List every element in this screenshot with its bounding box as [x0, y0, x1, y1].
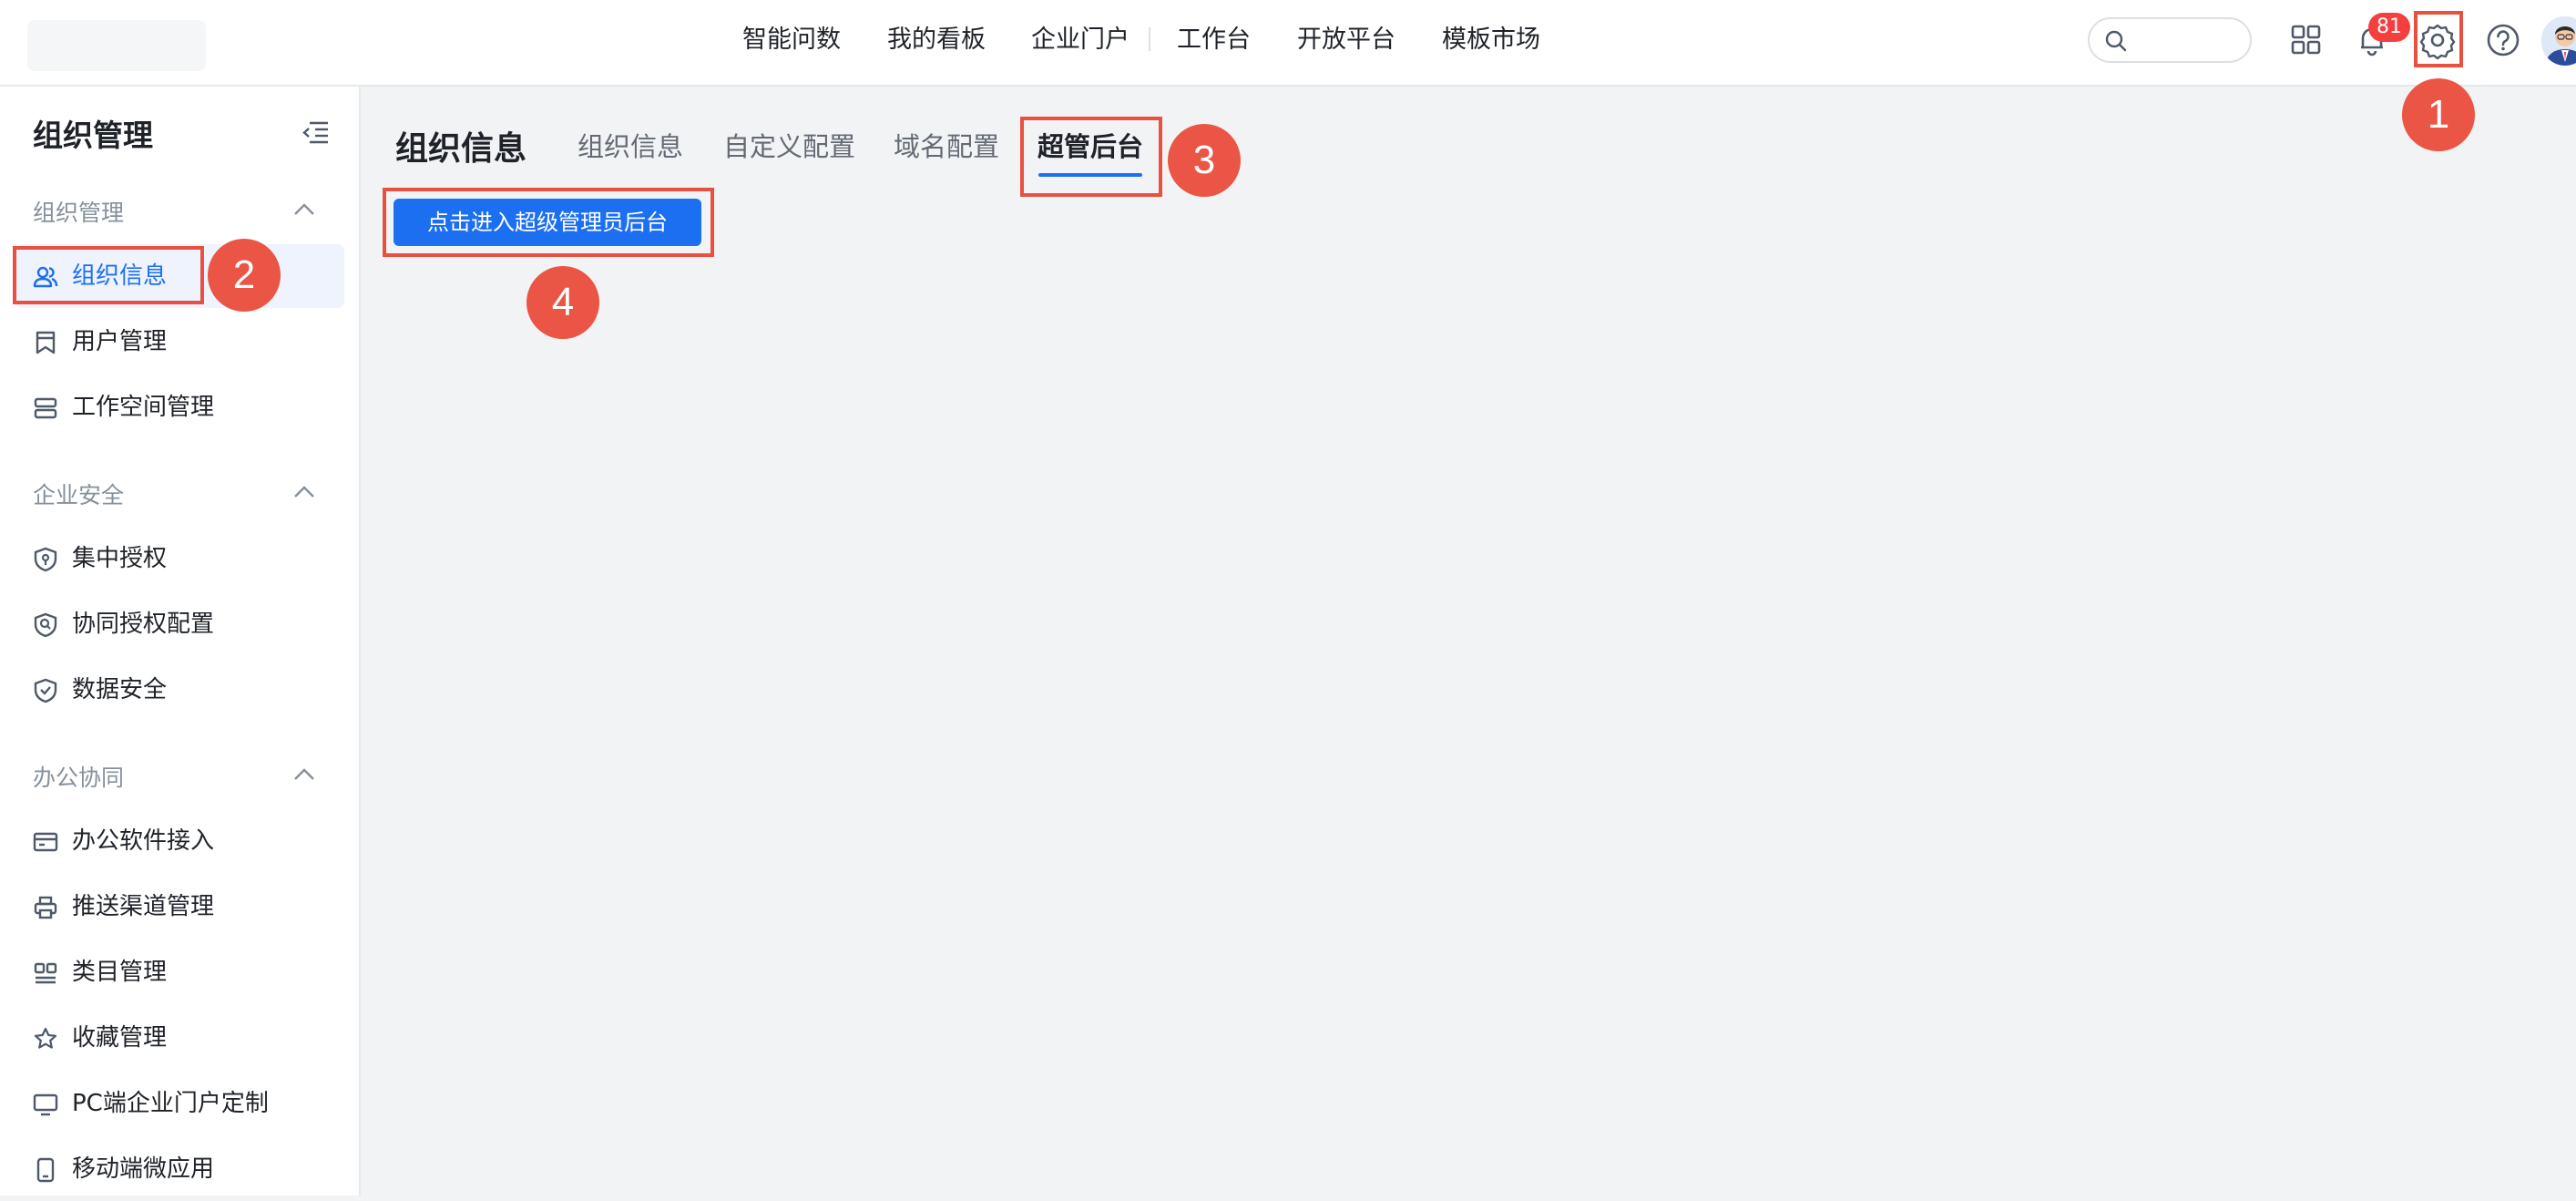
- sidebar-item-label: PC端企业门户定制: [72, 1090, 269, 1117]
- nav-divider: [1149, 27, 1150, 51]
- search-icon: [2105, 30, 2127, 52]
- nav-enterprise-portal[interactable]: 企业门户: [1031, 22, 1130, 58]
- collapse-sidebar-icon[interactable]: [299, 118, 332, 149]
- notification-badge: 81: [2368, 13, 2410, 42]
- sidebar-item-workspace-management[interactable]: 工作空间管理: [15, 375, 344, 439]
- chevron-up-icon[interactable]: [291, 483, 317, 505]
- nav-smart-query[interactable]: 智能问数: [742, 22, 841, 58]
- sidebar-item-favorites[interactable]: 收藏管理: [15, 1006, 344, 1070]
- shield-check-icon: [34, 678, 57, 703]
- highlight-enter-button: [383, 188, 714, 257]
- apps-grid-icon[interactable]: [2286, 20, 2326, 60]
- sidebar-group-org-management[interactable]: 组织管理: [33, 195, 124, 228]
- logo[interactable]: [27, 20, 206, 71]
- sidebar-item-mobile-app[interactable]: 移动端微应用: [15, 1137, 344, 1201]
- sidebar-group-office-collab[interactable]: 办公协同: [33, 760, 124, 793]
- step-marker-1: 1: [2402, 78, 2475, 151]
- server-icon: [34, 397, 57, 419]
- bookmark-icon: [36, 331, 56, 354]
- highlight-super-admin-tab: [1020, 117, 1162, 197]
- sidebar-item-user-management[interactable]: 用户管理: [15, 310, 344, 374]
- star-icon: [34, 1027, 57, 1049]
- chevron-up-icon[interactable]: [291, 200, 317, 222]
- highlight-org-info: [13, 246, 204, 304]
- nav-workbench[interactable]: 工作台: [1177, 22, 1251, 58]
- sidebar-item-label: 移动端微应用: [72, 1155, 215, 1183]
- printer-icon: [34, 896, 57, 919]
- search-input[interactable]: [2088, 17, 2252, 63]
- tab-org-info[interactable]: 组织信息: [578, 126, 683, 164]
- sidebar-item-data-security[interactable]: 数据安全: [15, 658, 344, 722]
- avatar[interactable]: [2541, 16, 2576, 66]
- nav-my-dashboard[interactable]: 我的看板: [887, 22, 986, 58]
- help-icon[interactable]: [2483, 20, 2523, 60]
- sidebar-item-label: 集中授权: [72, 545, 168, 572]
- sidebar-item-label: 数据安全: [72, 676, 168, 703]
- sidebar-item-push-channel[interactable]: 推送渠道管理: [15, 875, 344, 939]
- sidebar-title: 组织管理: [33, 118, 153, 153]
- monitor-icon: [33, 1093, 58, 1116]
- tab-custom-config[interactable]: 自定义配置: [723, 126, 855, 164]
- sidebar-item-category[interactable]: 类目管理: [15, 940, 344, 1004]
- sidebar-item-label: 推送渠道管理: [72, 893, 215, 920]
- sidebar-item-pc-portal[interactable]: PC端企业门户定制: [15, 1072, 344, 1135]
- sidebar-item-label: 收藏管理: [72, 1024, 168, 1052]
- sidebar-item-label: 类目管理: [72, 959, 168, 986]
- highlight-settings: [2414, 11, 2463, 67]
- sidebar-item-collab-auth-config[interactable]: 协同授权配置: [15, 592, 344, 656]
- step-marker-2: 2: [208, 239, 281, 312]
- page-title: 组织信息: [395, 130, 527, 168]
- shield-search-icon: [34, 612, 57, 638]
- step-marker-3: 3: [1168, 124, 1241, 197]
- chevron-up-icon[interactable]: [291, 765, 317, 787]
- nav-template-market[interactable]: 模板市场: [1442, 22, 1540, 58]
- mobile-icon: [36, 1157, 55, 1183]
- card-icon: [33, 832, 58, 852]
- category-icon: [34, 962, 57, 984]
- sidebar-item-label: 用户管理: [72, 328, 168, 355]
- tab-domain-config[interactable]: 域名配置: [894, 126, 999, 164]
- sidebar-item-label: 工作空间管理: [72, 394, 215, 421]
- sidebar-item-central-authorization[interactable]: 集中授权: [15, 527, 344, 590]
- sidebar-item-office-software[interactable]: 办公软件接入: [15, 809, 344, 873]
- step-marker-4: 4: [526, 266, 599, 339]
- sidebar-item-label: 办公软件接入: [72, 827, 215, 855]
- nav-open-platform[interactable]: 开放平台: [1297, 22, 1395, 58]
- sidebar-item-label: 协同授权配置: [72, 611, 215, 638]
- top-bar: 智能问数 我的看板 企业门户 工作台 开放平台 模板市场 81: [0, 0, 2576, 87]
- shield-icon: [34, 547, 57, 572]
- sidebar-group-enterprise-security[interactable]: 企业安全: [33, 477, 124, 510]
